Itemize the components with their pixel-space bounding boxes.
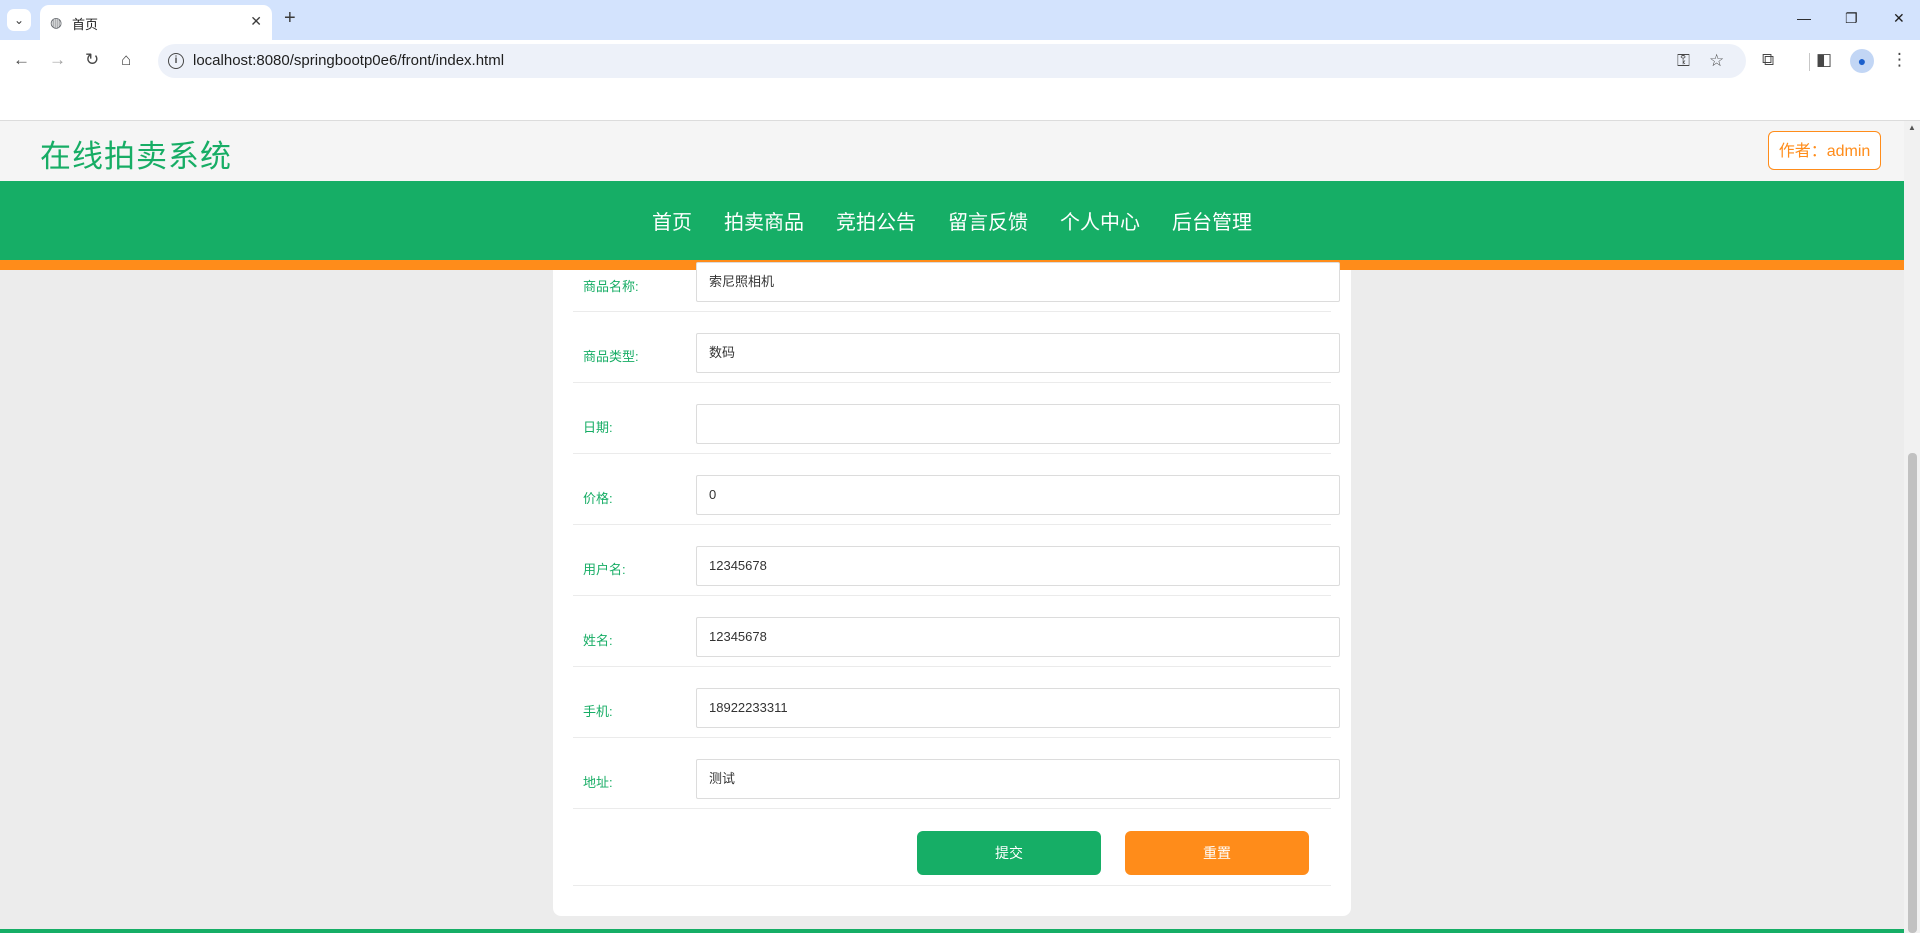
browser-tab[interactable]: ◍ 首页 ✕ — [40, 5, 272, 40]
toolbar-divider — [1809, 53, 1810, 71]
home-icon[interactable]: ⌂ — [121, 50, 131, 70]
username-input[interactable]: 12345678 — [696, 546, 1340, 586]
address-input[interactable]: 测试 — [696, 759, 1340, 799]
menu-icon[interactable]: ⋮ — [1891, 50, 1908, 70]
scroll-up-icon[interactable]: ▲ — [1908, 123, 1916, 132]
nav-item-admin[interactable]: 后台管理 — [1156, 206, 1268, 235]
nav-item-home[interactable]: 首页 — [636, 206, 708, 235]
form-row-date: 日期: — [573, 382, 1340, 454]
reload-icon[interactable]: ↻ — [85, 50, 99, 70]
field-label: 用户名: — [583, 562, 626, 577]
footer-accent — [0, 929, 1904, 933]
bid-form: 商品名称: 索尼照相机 商品类型: 数码 日期: 价格: 0 用户名: 1234… — [553, 262, 1351, 916]
window-close-icon[interactable]: ✕ — [1893, 10, 1905, 27]
minimize-icon[interactable]: — — [1797, 10, 1811, 26]
divider — [573, 885, 1331, 886]
browser-toolbar: ← → ↻ ⌂ i localhost:8080/springbootp0e6/… — [0, 40, 1920, 82]
scroll-thumb[interactable] — [1908, 453, 1917, 933]
form-row-name: 姓名: 12345678 — [573, 595, 1340, 667]
site-header: 在线拍卖系统 作者：admin — [0, 121, 1904, 181]
form-row-phone: 手机: 18922233311 — [573, 666, 1340, 738]
site-title[interactable]: 在线拍卖系统 — [40, 131, 232, 176]
field-label: 地址: — [583, 775, 613, 790]
key-icon[interactable]: ⚿ — [1677, 51, 1690, 71]
restore-icon[interactable]: ❐ — [1845, 10, 1858, 27]
url-text[interactable]: localhost:8080/springbootp0e6/front/inde… — [193, 52, 504, 69]
close-icon[interactable]: ✕ — [250, 13, 262, 30]
globe-icon: ◍ — [50, 14, 63, 30]
form-row-goods-type: 商品类型: 数码 — [573, 311, 1340, 383]
form-row-address: 地址: 测试 — [573, 737, 1340, 809]
phone-input[interactable]: 18922233311 — [696, 688, 1340, 728]
form-row-goods-name: 商品名称: 索尼照相机 — [573, 240, 1340, 312]
submit-button[interactable]: 提交 — [917, 831, 1101, 875]
field-label: 商品类型: — [583, 349, 639, 364]
tab-title: 首页 — [72, 17, 99, 32]
form-row-username: 用户名: 12345678 — [573, 524, 1340, 596]
forward-icon[interactable]: → — [49, 50, 66, 70]
profile-icon[interactable]: ● — [1850, 49, 1874, 73]
date-input[interactable] — [696, 404, 1340, 444]
browser-tab-bar: ⌄ ◍ 首页 ✕ + — ❐ ✕ — [0, 0, 1920, 40]
extensions-icon[interactable]: ⧉ — [1762, 50, 1774, 70]
field-label: 价格: — [583, 491, 613, 506]
goods-type-input[interactable]: 数码 — [696, 333, 1340, 373]
plus-icon[interactable]: + — [284, 7, 296, 30]
reset-button[interactable]: 重置 — [1125, 831, 1309, 875]
nav-item-auction-goods[interactable]: 拍卖商品 — [708, 206, 820, 235]
info-icon[interactable]: i — [168, 53, 184, 69]
star-icon[interactable]: ☆ — [1709, 51, 1724, 71]
sidepanel-icon[interactable]: ◧ — [1816, 50, 1832, 70]
nav-item-bid-notice[interactable]: 竞拍公告 — [820, 206, 932, 235]
field-label: 商品名称: — [583, 279, 639, 294]
price-input[interactable]: 0 — [696, 475, 1340, 515]
nav-item-profile[interactable]: 个人中心 — [1044, 206, 1156, 235]
field-label: 姓名: — [583, 633, 613, 648]
back-icon[interactable]: ← — [13, 50, 30, 70]
name-input[interactable]: 12345678 — [696, 617, 1340, 657]
address-bar[interactable]: i localhost:8080/springbootp0e6/front/in… — [158, 44, 1746, 78]
goods-name-input[interactable]: 索尼照相机 — [696, 262, 1340, 302]
field-label: 日期: — [583, 420, 613, 435]
page-scrollbar[interactable]: ▲ — [1904, 121, 1920, 933]
nav-item-feedback[interactable]: 留言反馈 — [932, 206, 1044, 235]
form-row-price: 价格: 0 — [573, 453, 1340, 525]
field-label: 手机: — [583, 704, 613, 719]
author-button[interactable]: 作者：admin — [1768, 131, 1881, 170]
tab-search-icon[interactable]: ⌄ — [7, 9, 31, 31]
bookmarks-area — [0, 82, 1920, 121]
